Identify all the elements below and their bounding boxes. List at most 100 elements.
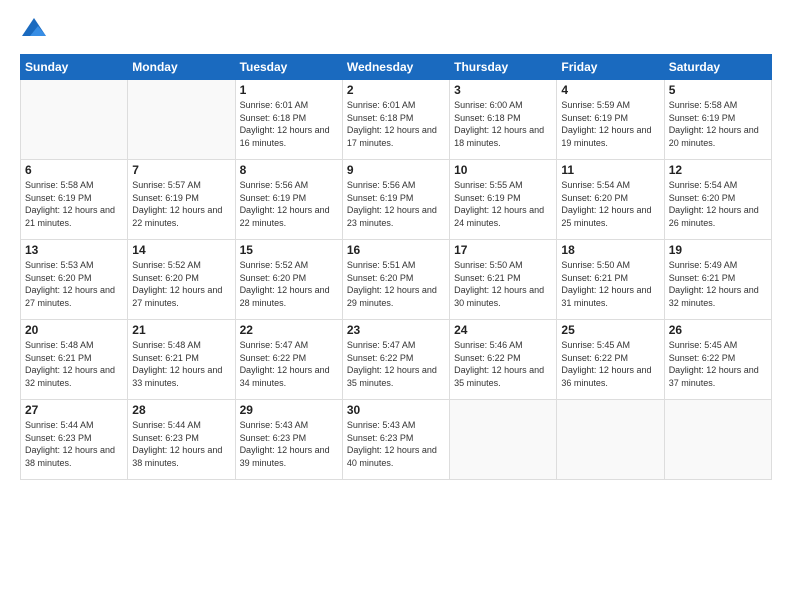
day-number: 21	[132, 323, 230, 337]
day-number: 7	[132, 163, 230, 177]
day-number: 8	[240, 163, 338, 177]
calendar-cell: 6 Sunrise: 5:58 AM Sunset: 6:19 PM Daylig…	[21, 160, 128, 240]
day-info: Sunrise: 5:47 AM Sunset: 6:22 PM Dayligh…	[240, 339, 338, 389]
calendar-week-2: 6 Sunrise: 5:58 AM Sunset: 6:19 PM Daylig…	[21, 160, 772, 240]
day-number: 30	[347, 403, 445, 417]
day-number: 13	[25, 243, 123, 257]
day-number: 25	[561, 323, 659, 337]
day-info: Sunrise: 5:57 AM Sunset: 6:19 PM Dayligh…	[132, 179, 230, 229]
day-info: Sunrise: 5:56 AM Sunset: 6:19 PM Dayligh…	[240, 179, 338, 229]
calendar-cell: 7 Sunrise: 5:57 AM Sunset: 6:19 PM Daylig…	[128, 160, 235, 240]
weekday-header-sunday: Sunday	[21, 55, 128, 80]
weekday-header-wednesday: Wednesday	[342, 55, 449, 80]
day-info: Sunrise: 5:52 AM Sunset: 6:20 PM Dayligh…	[240, 259, 338, 309]
weekday-header-friday: Friday	[557, 55, 664, 80]
calendar-week-5: 27 Sunrise: 5:44 AM Sunset: 6:23 PM Dayli…	[21, 400, 772, 480]
day-number: 15	[240, 243, 338, 257]
calendar-cell	[128, 80, 235, 160]
calendar-cell: 21 Sunrise: 5:48 AM Sunset: 6:21 PM Dayli…	[128, 320, 235, 400]
day-info: Sunrise: 5:52 AM Sunset: 6:20 PM Dayligh…	[132, 259, 230, 309]
day-info: Sunrise: 5:44 AM Sunset: 6:23 PM Dayligh…	[132, 419, 230, 469]
weekday-header-monday: Monday	[128, 55, 235, 80]
calendar-cell: 23 Sunrise: 5:47 AM Sunset: 6:22 PM Dayli…	[342, 320, 449, 400]
calendar-cell: 10 Sunrise: 5:55 AM Sunset: 6:19 PM Dayli…	[450, 160, 557, 240]
calendar-cell: 15 Sunrise: 5:52 AM Sunset: 6:20 PM Dayli…	[235, 240, 342, 320]
calendar-cell: 4Sunrise: 5:59 AM Sunset: 6:19 PM Daylig…	[557, 80, 664, 160]
day-info: Sunrise: 5:56 AM Sunset: 6:19 PM Dayligh…	[347, 179, 445, 229]
calendar-cell: 22 Sunrise: 5:47 AM Sunset: 6:22 PM Dayli…	[235, 320, 342, 400]
day-number: 14	[132, 243, 230, 257]
day-number: 10	[454, 163, 552, 177]
day-info: Sunrise: 5:58 AM Sunset: 6:19 PM Dayligh…	[669, 99, 767, 149]
day-info: Sunrise: 5:53 AM Sunset: 6:20 PM Dayligh…	[25, 259, 123, 309]
logo	[20, 16, 52, 44]
day-number: 16	[347, 243, 445, 257]
day-number: 23	[347, 323, 445, 337]
day-info: Sunrise: 5:45 AM Sunset: 6:22 PM Dayligh…	[561, 339, 659, 389]
calendar-cell: 18 Sunrise: 5:50 AM Sunset: 6:21 PM Dayli…	[557, 240, 664, 320]
calendar-cell: 11 Sunrise: 5:54 AM Sunset: 6:20 PM Dayli…	[557, 160, 664, 240]
day-number: 17	[454, 243, 552, 257]
logo-icon	[20, 16, 48, 44]
calendar-cell: 26Sunrise: 5:45 AM Sunset: 6:22 PM Dayli…	[664, 320, 771, 400]
day-number: 11	[561, 163, 659, 177]
day-info: Sunrise: 6:01 AM Sunset: 6:18 PM Dayligh…	[240, 99, 338, 149]
day-info: Sunrise: 5:47 AM Sunset: 6:22 PM Dayligh…	[347, 339, 445, 389]
day-number: 22	[240, 323, 338, 337]
calendar-cell: 30 Sunrise: 5:43 AM Sunset: 6:23 PM Dayli…	[342, 400, 449, 480]
day-number: 6	[25, 163, 123, 177]
calendar-cell: 1Sunrise: 6:01 AM Sunset: 6:18 PM Daylig…	[235, 80, 342, 160]
day-number: 27	[25, 403, 123, 417]
calendar-cell	[664, 400, 771, 480]
day-number: 20	[25, 323, 123, 337]
page: SundayMondayTuesdayWednesdayThursdayFrid…	[0, 0, 792, 612]
calendar-cell	[21, 80, 128, 160]
day-number: 28	[132, 403, 230, 417]
day-info: Sunrise: 6:01 AM Sunset: 6:18 PM Dayligh…	[347, 99, 445, 149]
calendar-cell	[557, 400, 664, 480]
weekday-header-tuesday: Tuesday	[235, 55, 342, 80]
day-number: 12	[669, 163, 767, 177]
calendar-cell: 16Sunrise: 5:51 AM Sunset: 6:20 PM Dayli…	[342, 240, 449, 320]
day-number: 24	[454, 323, 552, 337]
calendar-cell: 27 Sunrise: 5:44 AM Sunset: 6:23 PM Dayli…	[21, 400, 128, 480]
calendar-cell: 12Sunrise: 5:54 AM Sunset: 6:20 PM Dayli…	[664, 160, 771, 240]
calendar: SundayMondayTuesdayWednesdayThursdayFrid…	[20, 54, 772, 480]
calendar-cell: 14 Sunrise: 5:52 AM Sunset: 6:20 PM Dayli…	[128, 240, 235, 320]
day-number: 29	[240, 403, 338, 417]
day-info: Sunrise: 5:58 AM Sunset: 6:19 PM Dayligh…	[25, 179, 123, 229]
calendar-cell: 13 Sunrise: 5:53 AM Sunset: 6:20 PM Dayli…	[21, 240, 128, 320]
day-number: 9	[347, 163, 445, 177]
calendar-cell: 28 Sunrise: 5:44 AM Sunset: 6:23 PM Dayli…	[128, 400, 235, 480]
calendar-cell: 25 Sunrise: 5:45 AM Sunset: 6:22 PM Dayli…	[557, 320, 664, 400]
day-number: 18	[561, 243, 659, 257]
calendar-cell: 29Sunrise: 5:43 AM Sunset: 6:23 PM Dayli…	[235, 400, 342, 480]
weekday-header-row: SundayMondayTuesdayWednesdayThursdayFrid…	[21, 55, 772, 80]
calendar-week-3: 13 Sunrise: 5:53 AM Sunset: 6:20 PM Dayli…	[21, 240, 772, 320]
calendar-cell: 5 Sunrise: 5:58 AM Sunset: 6:19 PM Daylig…	[664, 80, 771, 160]
day-info: Sunrise: 5:43 AM Sunset: 6:23 PM Dayligh…	[347, 419, 445, 469]
calendar-cell: 2 Sunrise: 6:01 AM Sunset: 6:18 PM Daylig…	[342, 80, 449, 160]
calendar-cell: 19Sunrise: 5:49 AM Sunset: 6:21 PM Dayli…	[664, 240, 771, 320]
day-info: Sunrise: 5:50 AM Sunset: 6:21 PM Dayligh…	[561, 259, 659, 309]
day-info: Sunrise: 5:44 AM Sunset: 6:23 PM Dayligh…	[25, 419, 123, 469]
day-number: 3	[454, 83, 552, 97]
calendar-cell: 20 Sunrise: 5:48 AM Sunset: 6:21 PM Dayli…	[21, 320, 128, 400]
header	[20, 16, 772, 44]
day-info: Sunrise: 5:54 AM Sunset: 6:20 PM Dayligh…	[561, 179, 659, 229]
calendar-cell: 3 Sunrise: 6:00 AM Sunset: 6:18 PM Daylig…	[450, 80, 557, 160]
day-info: Sunrise: 5:49 AM Sunset: 6:21 PM Dayligh…	[669, 259, 767, 309]
calendar-cell: 24Sunrise: 5:46 AM Sunset: 6:22 PM Dayli…	[450, 320, 557, 400]
day-info: Sunrise: 5:48 AM Sunset: 6:21 PM Dayligh…	[25, 339, 123, 389]
day-info: Sunrise: 5:55 AM Sunset: 6:19 PM Dayligh…	[454, 179, 552, 229]
day-number: 4	[561, 83, 659, 97]
day-info: Sunrise: 5:48 AM Sunset: 6:21 PM Dayligh…	[132, 339, 230, 389]
day-number: 5	[669, 83, 767, 97]
calendar-cell	[450, 400, 557, 480]
calendar-cell: 17Sunrise: 5:50 AM Sunset: 6:21 PM Dayli…	[450, 240, 557, 320]
day-info: Sunrise: 6:00 AM Sunset: 6:18 PM Dayligh…	[454, 99, 552, 149]
day-number: 2	[347, 83, 445, 97]
calendar-cell: 8 Sunrise: 5:56 AM Sunset: 6:19 PM Daylig…	[235, 160, 342, 240]
day-number: 26	[669, 323, 767, 337]
calendar-week-4: 20 Sunrise: 5:48 AM Sunset: 6:21 PM Dayli…	[21, 320, 772, 400]
